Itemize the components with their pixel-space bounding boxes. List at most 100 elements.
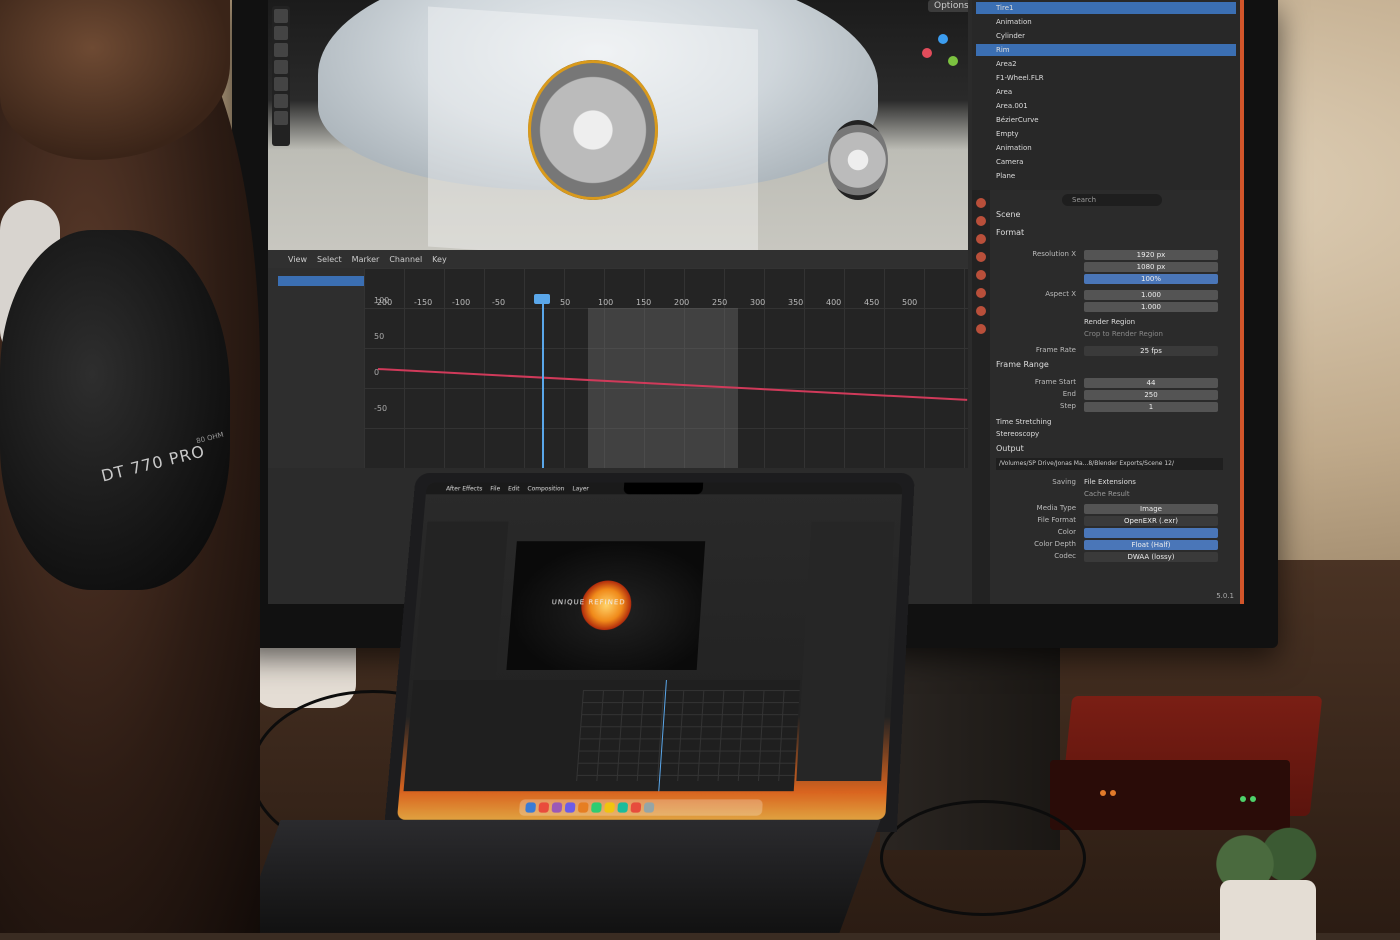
stereoscopy-section[interactable]: Stereoscopy	[996, 430, 1039, 438]
frame-end-field[interactable]: 250	[1084, 390, 1218, 400]
move-tool-icon[interactable]	[274, 43, 288, 57]
outliner-row[interactable]: Camera	[976, 156, 1236, 168]
led-icon	[1100, 790, 1106, 796]
format-section[interactable]: Format	[996, 228, 1024, 237]
properties-search-input[interactable]: Search	[1062, 194, 1162, 206]
app-icon[interactable]	[604, 802, 615, 813]
options-button[interactable]: Options	[928, 0, 968, 12]
app-icon[interactable]	[630, 802, 642, 813]
resolution-pct-field[interactable]: 100%	[1084, 274, 1218, 284]
graph-editor[interactable]: -200 -150 -100 -50 50 100 150 200 250 30…	[268, 268, 968, 468]
led-icon	[1240, 796, 1246, 802]
headphone-cup	[0, 230, 230, 590]
ruler-label: -150	[414, 298, 433, 307]
scene-tab-icon[interactable]	[976, 252, 986, 262]
premiere-icon[interactable]	[551, 802, 563, 813]
menu-layer[interactable]: Layer	[572, 485, 589, 492]
menu-composition[interactable]: Composition	[527, 485, 565, 492]
frame-range-section[interactable]: Frame Range	[996, 360, 1049, 369]
file-format-select[interactable]: OpenEXR (.exr)	[1084, 516, 1218, 526]
outliner-row[interactable]: Rim	[976, 44, 1236, 56]
after-effects-icon[interactable]	[564, 802, 576, 813]
camera-notch	[623, 482, 704, 495]
outliner-row[interactable]: Empty	[976, 128, 1236, 140]
world-tab-icon[interactable]	[976, 270, 986, 280]
aspect-x-field[interactable]: 1.000	[1084, 290, 1218, 300]
cache-result-checkbox[interactable]: Cache Result	[1084, 490, 1130, 498]
outliner-row[interactable]: Area.001	[976, 100, 1236, 112]
menu-key[interactable]: Key	[432, 255, 447, 264]
annotate-tool-icon[interactable]	[274, 111, 288, 125]
output-tab-icon[interactable]	[976, 216, 986, 226]
frame-step-field[interactable]: 1	[1084, 402, 1218, 412]
playhead[interactable]	[542, 298, 544, 468]
scale-tool-icon[interactable]	[274, 77, 288, 91]
rotate-tool-icon[interactable]	[274, 60, 288, 74]
select-tool-icon[interactable]	[274, 9, 288, 23]
modifier-tab-icon[interactable]	[976, 306, 986, 316]
codec-select[interactable]: DWAA (lossy)	[1084, 552, 1218, 562]
plant-pot	[1220, 880, 1316, 940]
outliner-row[interactable]: Animation	[976, 16, 1236, 28]
render-region-checkbox[interactable]: Render Region	[1084, 318, 1135, 326]
outliner-row[interactable]: Plane	[976, 170, 1236, 182]
menu-marker[interactable]: Marker	[352, 255, 380, 264]
y-label: -50	[374, 404, 388, 413]
menu-view[interactable]: View	[288, 255, 307, 264]
navigation-gizmo-icon[interactable]	[922, 34, 962, 74]
app-icon[interactable]	[538, 802, 550, 813]
ruler-label: 200	[674, 298, 690, 307]
output-section[interactable]: Output	[996, 444, 1024, 453]
file-extensions-checkbox[interactable]: File Extensions	[1084, 478, 1136, 486]
outliner: Tire1 Animation Cylinder Rim Area2 F1-Wh…	[972, 0, 1240, 190]
current-frame-badge[interactable]	[534, 294, 550, 304]
resolution-y-field[interactable]: 1080 px	[1084, 262, 1218, 272]
transform-tool-icon[interactable]	[274, 94, 288, 108]
outliner-row[interactable]: Animation	[976, 142, 1236, 154]
timeline-panel[interactable]	[403, 679, 801, 792]
selected-channel[interactable]	[278, 276, 364, 286]
aspect-x-label: Aspect X	[1045, 290, 1076, 298]
crop-region-checkbox[interactable]: Crop to Render Region	[1084, 330, 1163, 338]
view-layer-tab-icon[interactable]	[976, 234, 986, 244]
step-label: Step	[1060, 402, 1076, 410]
menu-select[interactable]: Select	[317, 255, 342, 264]
output-path-field[interactable]: /Volumes/SP Drive/Jonas Ma...8/Blender E…	[996, 458, 1223, 470]
color-mode-toggle[interactable]	[1084, 528, 1218, 538]
blender-icon[interactable]	[577, 802, 589, 813]
ruler-label: 100	[598, 298, 614, 307]
effects-panel[interactable]	[796, 521, 895, 782]
frame-rate-select[interactable]: 25 fps	[1084, 346, 1218, 356]
outliner-row[interactable]: Area2	[976, 58, 1236, 70]
menu-edit[interactable]: Edit	[508, 485, 520, 492]
material-tab-icon[interactable]	[976, 324, 986, 334]
object-tab-icon[interactable]	[976, 288, 986, 298]
outliner-row[interactable]: Cylinder	[976, 30, 1236, 42]
frame-start-field[interactable]: 44	[1084, 378, 1218, 388]
media-type-select[interactable]: Image	[1084, 504, 1218, 514]
resolution-x-field[interactable]: 1920 px	[1084, 250, 1218, 260]
color-depth-toggle[interactable]: Float (Half)	[1084, 540, 1218, 550]
time-stretching-section[interactable]: Time Stretching	[996, 418, 1051, 426]
menu-file[interactable]: File	[490, 485, 500, 492]
rear-wheel	[828, 120, 888, 200]
3d-viewport[interactable]: Options	[268, 0, 968, 250]
project-panel[interactable]	[413, 521, 509, 680]
menu-channel[interactable]: Channel	[389, 255, 422, 264]
outliner-row[interactable]: Tire1	[976, 2, 1236, 14]
file-format-label: File Format	[1037, 516, 1076, 524]
aspect-y-field[interactable]: 1.000	[1084, 302, 1218, 312]
cursor-tool-icon[interactable]	[274, 26, 288, 40]
composition-viewer[interactable]: UNIQUE REFINED	[506, 541, 706, 670]
outliner-row[interactable]: Area	[976, 86, 1236, 98]
frame-rate-label: Frame Rate	[1035, 346, 1076, 354]
render-tab-icon[interactable]	[976, 198, 986, 208]
channel-list[interactable]	[268, 268, 364, 468]
menu-after-effects[interactable]: After Effects	[446, 485, 483, 492]
trash-icon[interactable]	[643, 802, 655, 813]
outliner-row[interactable]: F1-Wheel.FLR	[976, 72, 1236, 84]
finder-icon[interactable]	[525, 802, 537, 813]
app-icon[interactable]	[617, 802, 629, 813]
outliner-row[interactable]: BézierCurve	[976, 114, 1236, 126]
app-icon[interactable]	[590, 802, 602, 813]
